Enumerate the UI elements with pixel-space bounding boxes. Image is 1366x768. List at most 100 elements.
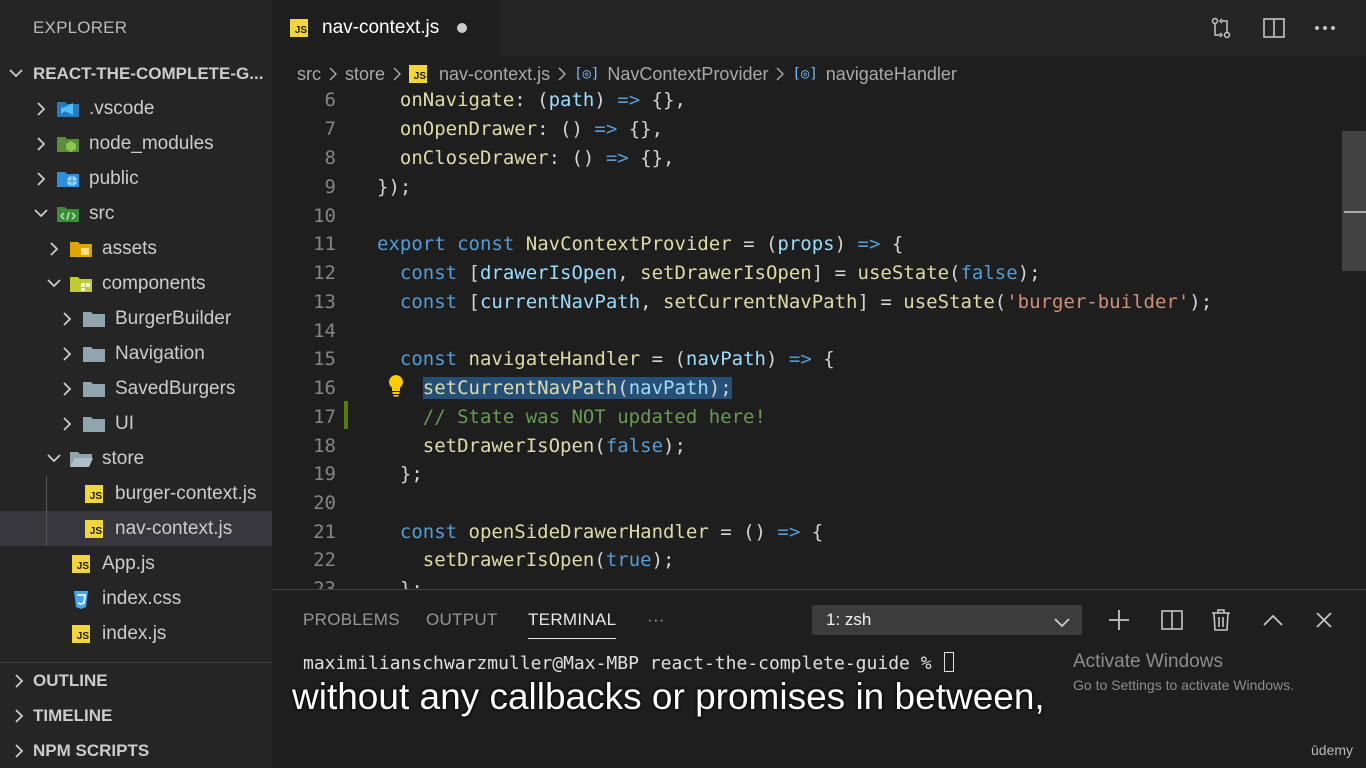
tree-item-navigation[interactable]: Navigation (0, 336, 272, 371)
tab-label: nav-context.js (322, 17, 440, 38)
js-badge: JS (85, 519, 103, 538)
tree-item-label: BurgerBuilder (115, 307, 232, 329)
line-number: 22 (313, 549, 336, 571)
more-actions-icon[interactable] (1313, 16, 1337, 40)
chevron-right-icon (0, 311, 82, 326)
tree-item-nav-context-js[interactable]: JS nav-context.js (0, 511, 272, 546)
tree-item-app-js[interactable]: JS App.js (0, 546, 272, 581)
js-file-icon: JS (69, 624, 93, 644)
tree-item-burgerbuilder[interactable]: BurgerBuilder (0, 301, 272, 336)
tab-output[interactable]: OUTPUT (426, 610, 498, 630)
workspace-root[interactable]: REACT-THE-COMPLETE-G... (0, 56, 272, 91)
maximize-panel-icon[interactable] (1260, 608, 1286, 632)
tree-item-label: nav-context.js (115, 517, 233, 539)
section-label: OUTLINE (33, 670, 108, 690)
breadcrumb-handler[interactable]: [◎] navigateHandler (792, 64, 956, 85)
tree-item-ui[interactable]: UI (0, 406, 272, 441)
terminal-select[interactable]: 1: zsh (812, 605, 1082, 635)
tree-item-label: assets (102, 237, 157, 259)
chevron-down-icon (0, 209, 56, 218)
js-file-icon: JS (82, 519, 106, 539)
more-panels-icon[interactable]: ··· (647, 610, 665, 630)
tree-item-label: App.js (102, 552, 155, 574)
tree-item-label: .vscode (89, 97, 155, 119)
terminal-select-value: 1: zsh (826, 610, 872, 629)
line-number: 6 (324, 89, 336, 111)
chevron-down-icon (0, 454, 69, 463)
chevron-right-icon (12, 673, 26, 688)
split-terminal-icon[interactable] (1159, 608, 1185, 632)
js-badge: JS (85, 484, 103, 503)
tree-item-components[interactable]: components (0, 266, 272, 301)
chevron-right-icon (558, 67, 567, 81)
terminal-output[interactable]: maximilianschwarzmuller@Max-MBP react-th… (303, 652, 955, 674)
breadcrumb-src[interactable]: src (297, 64, 321, 85)
breadcrumb-provider[interactable]: [◎] NavContextProvider (574, 64, 768, 85)
js-file-icon: JS (82, 484, 106, 504)
assets-folder-icon (69, 239, 93, 259)
code-editor[interactable]: 6 onNavigate: (path) => {}, 7 onOpenDraw… (272, 86, 1342, 589)
code-line: 20 (272, 489, 1342, 518)
js-file-icon: JS (69, 554, 93, 574)
tab-terminal[interactable]: TERMINAL (528, 610, 617, 639)
tree-item-label: index.css (102, 587, 182, 609)
chevron-down-icon (0, 279, 69, 288)
line-number: 18 (313, 435, 336, 457)
tree-item-index-js[interactable]: JS index.js (0, 616, 272, 651)
tree-item-public[interactable]: public (0, 161, 272, 196)
section-label: TIMELINE (33, 705, 113, 725)
section-npm-scripts[interactable]: NPM SCRIPTS (0, 733, 272, 768)
symbol-variable-icon: [◎] (574, 66, 600, 82)
chevron-right-icon (12, 708, 26, 723)
unsaved-dot-icon[interactable] (457, 23, 468, 33)
section-outline[interactable]: OUTLINE (0, 663, 272, 698)
line-number: 16 (313, 377, 336, 399)
tree-item-vscode[interactable]: .vscode (0, 91, 272, 126)
code-line: 10 (272, 202, 1342, 231)
src-folder-icon (56, 204, 80, 224)
code-line: 18 setDrawerIsOpen(false); (272, 432, 1342, 461)
tree-item-index-css[interactable]: index.css (0, 581, 272, 616)
open-changes-icon[interactable] (1209, 16, 1233, 40)
tab-nav-context-js[interactable]: JS nav-context.js (272, 0, 500, 56)
tree-item-burger-context-js[interactable]: JS burger-context.js (0, 476, 272, 511)
sidebar-bottom-sections: OUTLINE TIMELINE NPM SCRIPTS (0, 662, 272, 768)
tree-item-store[interactable]: store (0, 441, 272, 476)
chevron-right-icon (0, 416, 82, 431)
vertical-scrollbar[interactable] (1342, 131, 1366, 271)
chevron-right-icon (0, 101, 56, 116)
tree-item-assets[interactable]: assets (0, 231, 272, 266)
lightbulb-icon[interactable] (386, 373, 406, 402)
line-number: 17 (313, 406, 336, 428)
line-number: 7 (324, 118, 336, 140)
chevron-right-icon (0, 381, 82, 396)
close-panel-icon[interactable] (1311, 608, 1337, 632)
trash-icon[interactable] (1208, 608, 1234, 632)
tree-item-label: burger-context.js (115, 482, 257, 504)
js-badge: JS (72, 554, 90, 573)
breadcrumb-handler-label: navigateHandler (825, 63, 957, 84)
activate-title: Activate Windows (1073, 651, 1223, 672)
code-line: 22 setDrawerIsOpen(true); (272, 546, 1342, 575)
code-line: 21 const openSideDrawerHandler = () => { (272, 518, 1342, 547)
editor-tab-bar: JS nav-context.js (272, 0, 1366, 56)
activate-subtitle: Go to Settings to activate Windows. (1073, 677, 1294, 693)
breadcrumb-store[interactable]: store (345, 64, 385, 85)
chevron-right-icon (776, 67, 785, 81)
css-file-icon (69, 589, 93, 609)
section-timeline[interactable]: TIMELINE (0, 698, 272, 733)
tree-item-node-modules[interactable]: node_modules (0, 126, 272, 161)
tab-problems[interactable]: PROBLEMS (303, 610, 400, 630)
tree-item-src[interactable]: src (0, 196, 272, 231)
chevron-right-icon (0, 241, 69, 256)
new-terminal-icon[interactable] (1106, 608, 1132, 632)
section-label: NPM SCRIPTS (33, 740, 150, 760)
tree-item-savedburgers[interactable]: SavedBurgers (0, 371, 272, 406)
tree-item-label: public (89, 167, 139, 189)
line-number: 9 (324, 176, 336, 198)
breadcrumb-provider-label: NavContextProvider (607, 63, 769, 84)
breadcrumb-file[interactable]: JS nav-context.js (409, 64, 550, 85)
explorer-title: EXPLORER (33, 18, 128, 37)
split-editor-icon[interactable] (1262, 16, 1286, 40)
symbol-variable-icon: [◎] (792, 66, 818, 82)
